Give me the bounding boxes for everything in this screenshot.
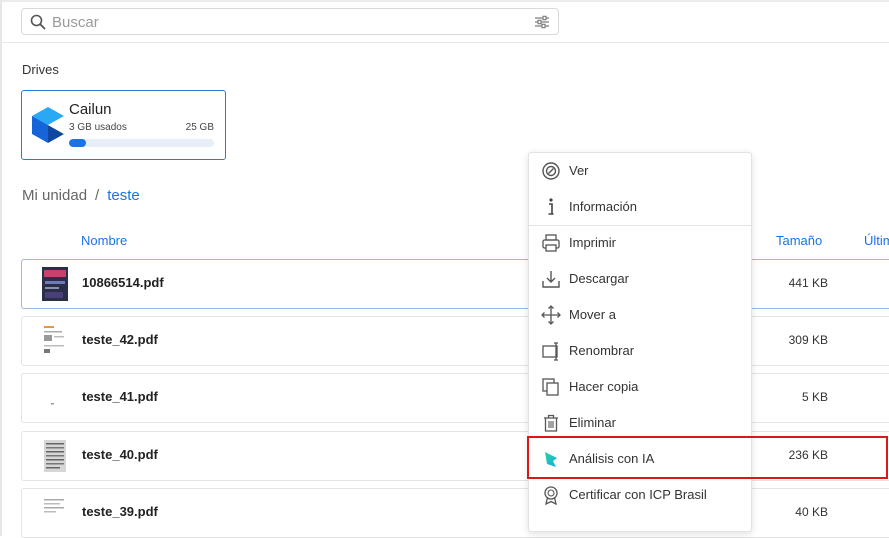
- column-header-name[interactable]: Nombre: [81, 233, 127, 248]
- copy-icon: [542, 378, 559, 396]
- file-size: 40 KB: [795, 505, 828, 519]
- file-name: teste_39.pdf: [82, 504, 158, 519]
- drive-total: 25 GB: [185, 122, 214, 133]
- menu-item-label: Mover a: [569, 307, 616, 322]
- drives-label: Drives: [22, 62, 59, 77]
- search-box[interactable]: [21, 8, 559, 35]
- breadcrumb-current[interactable]: teste: [107, 187, 140, 204]
- file-row[interactable]: teste_39.pdf 40 KB: [21, 488, 889, 538]
- eye-circle-icon: [542, 162, 560, 180]
- menu-item-label: Descargar: [569, 271, 629, 286]
- menu-item-hacer-copia[interactable]: Hacer copia: [529, 369, 751, 405]
- left-border: [0, 0, 2, 536]
- cailun-logo-icon: [32, 107, 64, 143]
- file-name: teste_41.pdf: [82, 389, 158, 404]
- menu-item-label: Eliminar: [569, 415, 616, 430]
- breadcrumb-root[interactable]: Mi unidad: [22, 187, 87, 204]
- file-size: 441 KB: [788, 276, 828, 290]
- file-size: 236 KB: [788, 448, 828, 462]
- column-header-size[interactable]: Tamaño: [776, 233, 822, 248]
- pdf-thumbnail-icon: [42, 381, 68, 415]
- drive-usage-bar: [69, 139, 214, 147]
- menu-item-label: Imprimir: [569, 235, 616, 250]
- file-row[interactable]: 10866514.pdf 441 KB: [21, 259, 889, 309]
- menu-item-renombrar[interactable]: Renombrar: [529, 333, 751, 369]
- column-header-last[interactable]: Últim: [864, 233, 889, 248]
- file-name: 10866514.pdf: [82, 275, 164, 290]
- ai-analysis-icon: [545, 452, 557, 467]
- pdf-thumbnail-icon: [42, 496, 68, 530]
- download-icon: [542, 271, 560, 288]
- file-size: 5 KB: [801, 390, 828, 404]
- menu-item-mover[interactable]: Mover a: [529, 297, 751, 333]
- search-input[interactable]: [52, 12, 522, 32]
- breadcrumb-separator: /: [95, 187, 100, 204]
- filter-icon[interactable]: [534, 14, 550, 30]
- drive-card-cailun[interactable]: Cailun 3 GB usados 25 GB: [21, 90, 226, 160]
- header-divider: [2, 42, 889, 43]
- menu-item-ver[interactable]: Ver: [529, 153, 751, 189]
- drive-name: Cailun: [69, 101, 112, 118]
- file-name: teste_40.pdf: [82, 447, 158, 462]
- file-row[interactable]: teste_42.pdf 309 KB: [21, 316, 889, 366]
- drive-usage-fill: [69, 139, 87, 147]
- menu-item-imprimir[interactable]: Imprimir: [529, 225, 751, 261]
- file-row[interactable]: teste_40.pdf 236 KB: [21, 431, 889, 481]
- menu-item-label: Análisis con IA: [569, 451, 655, 466]
- printer-icon: [542, 234, 560, 252]
- menu-item-label: Hacer copia: [569, 379, 639, 394]
- context-menu: Ver Información Imprimir Descargar Mover…: [528, 152, 752, 532]
- move-icon: [541, 305, 561, 325]
- menu-item-eliminar[interactable]: Eliminar: [529, 405, 751, 441]
- file-name: teste_42.pdf: [82, 332, 158, 347]
- trash-icon: [544, 414, 558, 432]
- pdf-thumbnail-icon: [44, 440, 66, 472]
- menu-item-label: Certificar con ICP Brasil: [569, 487, 707, 502]
- menu-item-label: Información: [569, 199, 637, 214]
- file-row[interactable]: teste_41.pdf 5 KB: [21, 373, 889, 423]
- drive-used: 3 GB usados: [69, 122, 127, 133]
- menu-item-analisis-ia[interactable]: Análisis con IA: [529, 441, 751, 477]
- file-size: 309 KB: [788, 333, 828, 347]
- pdf-thumbnail-icon: [42, 267, 68, 301]
- top-border: [0, 0, 889, 2]
- search-icon: [30, 14, 46, 30]
- menu-item-certificar[interactable]: Certificar con ICP Brasil: [529, 477, 751, 513]
- rename-icon: [542, 342, 558, 361]
- pdf-thumbnail-icon: [42, 324, 68, 358]
- menu-item-label: Ver: [569, 163, 589, 178]
- menu-item-informacion[interactable]: Información: [529, 189, 751, 225]
- breadcrumb: Mi unidad / teste: [22, 187, 140, 204]
- info-icon: [548, 198, 554, 215]
- menu-item-descargar[interactable]: Descargar: [529, 261, 751, 297]
- certificate-icon: [544, 486, 558, 505]
- menu-item-label: Renombrar: [569, 343, 635, 358]
